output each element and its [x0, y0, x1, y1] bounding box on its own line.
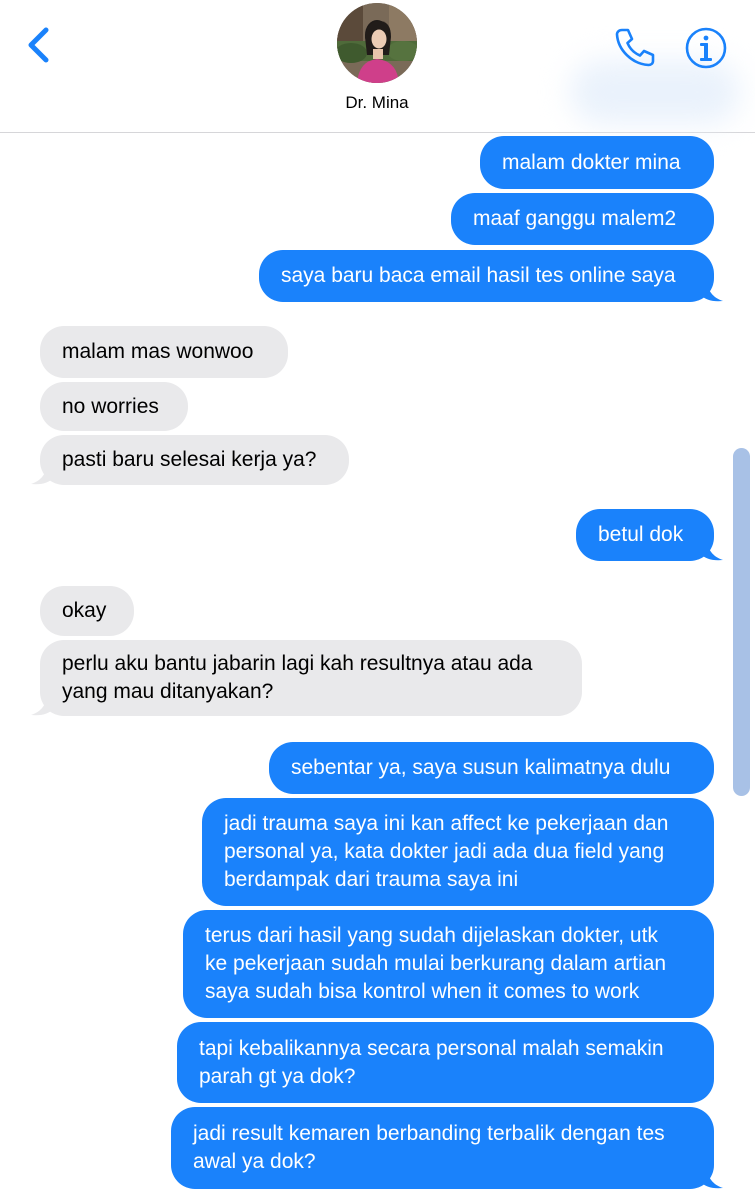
message-text: maaf ganggu malem2 [473, 207, 677, 230]
message-text-line: yang mau ditanyakan? [62, 680, 274, 703]
message-bubble-sent[interactable]: malam dokter mina [480, 136, 714, 189]
message-text-block: terus dari hasil yang sudah dijelaskan d… [205, 922, 666, 1006]
message-bubble-sent[interactable]: sebentar ya, saya susun kalimatnya dulu [269, 742, 714, 794]
contact-name[interactable]: Dr. Mina [277, 93, 477, 113]
message-text-line: ke pekerjaan sudah mulai berkurang dalam… [205, 952, 667, 975]
call-button[interactable] [612, 24, 658, 70]
message-text: malam dokter mina [502, 150, 681, 174]
message-bubble-sent[interactable]: maaf ganggu malem2 [451, 193, 714, 245]
message-text-block: tapi kebalikannya secara personal malah … [199, 1035, 664, 1091]
message-text-line: saya sudah bisa kontrol when it comes to… [205, 980, 640, 1003]
scrollbar-thumb[interactable] [733, 448, 750, 796]
info-icon [685, 27, 727, 69]
message-bubble-received[interactable]: pasti baru selesai kerja ya? [31, 435, 349, 485]
message-bubble-received[interactable]: perlu aku bantu jabarin lagi kah resultn… [31, 640, 582, 716]
message-text: okay [62, 599, 107, 622]
info-button[interactable] [684, 26, 728, 70]
message-thread: malam dokter mina maaf ganggu malem2 say… [0, 133, 755, 1200]
message-bubble-sent[interactable]: terus dari hasil yang sudah dijelaskan d… [183, 910, 714, 1018]
message-text-line: personal ya, kata dokter jadi ada dua fi… [224, 840, 665, 863]
message-text-line: jadi result kemaren berbanding terbalik … [193, 1122, 665, 1145]
chevron-left-icon [28, 27, 49, 63]
message-text: pasti baru selesai kerja ya? [62, 448, 317, 471]
contact-avatar[interactable] [337, 3, 417, 83]
avatar-photo [337, 3, 417, 83]
message-text-block: jadi result kemaren berbanding terbalik … [193, 1120, 665, 1176]
message-text-line: awal ya dok? [193, 1150, 316, 1173]
message-text-line: tapi kebalikannya secara personal malah … [199, 1036, 664, 1060]
message-text-line: jadi trauma saya ini kan affect ke peker… [224, 812, 669, 835]
bubble-tail [31, 694, 53, 716]
message-bubble-received[interactable]: okay [40, 586, 134, 636]
message-text-line: parah gt ya dok? [199, 1064, 356, 1088]
message-text: no worries [62, 394, 159, 418]
message-text-line: perlu aku bantu jabarin lagi kah resultn… [62, 652, 533, 675]
message-text: sebentar ya, saya susun kalimatnya dulu [291, 756, 671, 779]
message-text-block: perlu aku bantu jabarin lagi kah resultn… [62, 650, 533, 706]
back-button[interactable] [22, 24, 58, 68]
message-text: betul dok [598, 523, 684, 546]
conversation-header: Dr. Mina [0, 0, 755, 133]
message-bubble-received[interactable]: malam mas wonwoo [40, 326, 288, 378]
message-bubble-sent[interactable]: saya baru baca email hasil tes online sa… [259, 250, 723, 302]
bubble-tail [701, 539, 723, 561]
message-text: malam mas wonwoo [62, 340, 254, 363]
bubble-tail [701, 280, 723, 302]
message-bubble-sent[interactable]: jadi result kemaren berbanding terbalik … [171, 1107, 723, 1189]
message-text-line: berdampak dari trauma saya ini [224, 868, 519, 891]
message-text: saya baru baca email hasil tes online sa… [281, 264, 676, 287]
message-text-line: terus dari hasil yang sudah dijelaskan d… [205, 924, 658, 947]
message-text-block: jadi trauma saya ini kan affect ke peker… [224, 810, 668, 894]
message-bubble-received[interactable]: no worries [40, 382, 188, 431]
message-bubble-sent[interactable]: betul dok [576, 509, 723, 561]
phone-icon [615, 28, 655, 67]
bubble-tail [31, 463, 53, 485]
message-bubble-sent[interactable]: jadi trauma saya ini kan affect ke peker… [202, 798, 714, 906]
bubble-tail [701, 1167, 723, 1189]
message-bubble-sent[interactable]: tapi kebalikannya secara personal malah … [177, 1022, 714, 1103]
